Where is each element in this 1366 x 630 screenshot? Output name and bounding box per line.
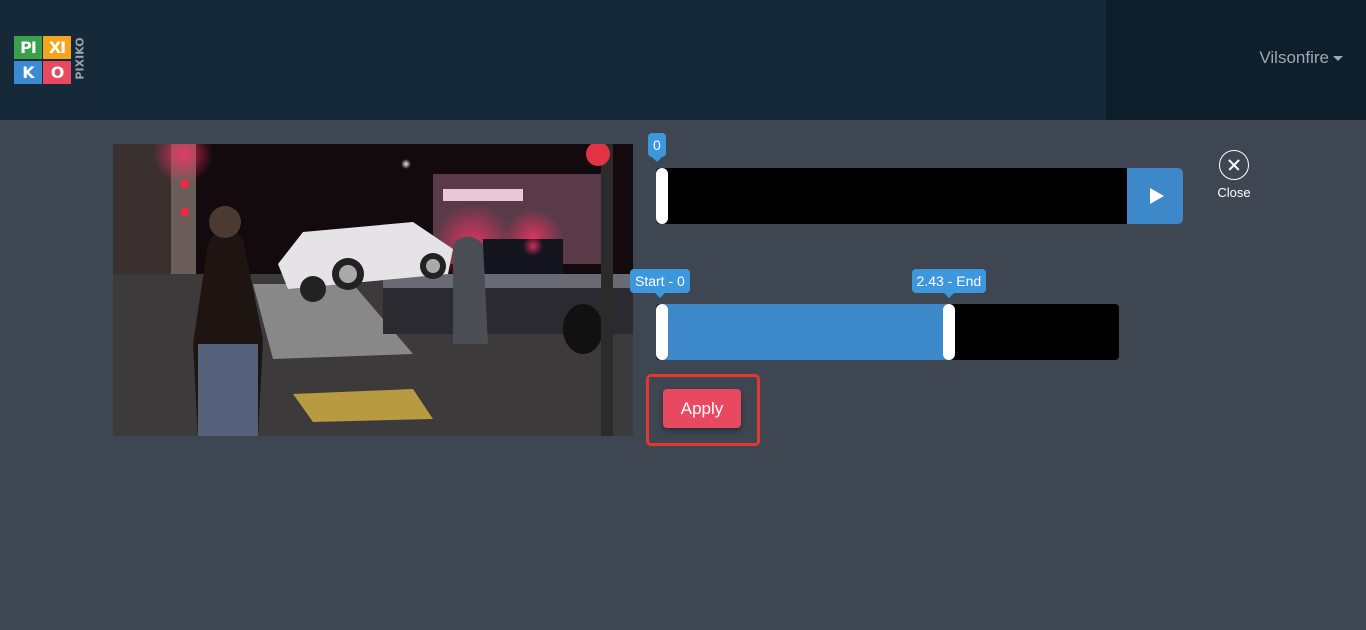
logo-tile: XI [43, 36, 71, 59]
preview-position-handle[interactable] [656, 168, 668, 224]
close-circle-icon [1219, 150, 1249, 180]
logo-side-text: PIXIKO [72, 36, 88, 84]
video-frame-image [113, 144, 633, 436]
logo-wordmark: PIXIKO [73, 37, 87, 80]
close-label: Close [1217, 185, 1251, 200]
trim-end-tooltip: 2.43 - End [911, 269, 987, 298]
logo-grid: PI XI K O [14, 36, 72, 84]
apply-button[interactable]: Apply [663, 389, 741, 428]
logo-tile: K [14, 61, 42, 84]
logo-tile: O [43, 61, 71, 84]
trim-end-handle[interactable] [943, 304, 956, 360]
pixiko-logo[interactable]: PI XI K O PIXIKO [14, 36, 88, 84]
preview-timeline-track[interactable] [656, 168, 1128, 224]
preview-position-tooltip: 0 [648, 133, 666, 162]
video-preview[interactable] [113, 144, 633, 436]
play-icon [1149, 188, 1164, 204]
trim-start-tooltip: Start - 0 [630, 269, 690, 298]
trim-start-handle[interactable] [656, 304, 668, 360]
trim-selected-range [662, 304, 950, 360]
username: Vilsonfire [1259, 48, 1329, 67]
logo-tile: PI [14, 36, 42, 59]
play-button[interactable] [1127, 168, 1183, 224]
caret-down-icon [1333, 55, 1343, 61]
user-menu-dropdown[interactable]: Vilsonfire [1259, 48, 1343, 68]
close-button[interactable]: Close [1210, 150, 1258, 200]
